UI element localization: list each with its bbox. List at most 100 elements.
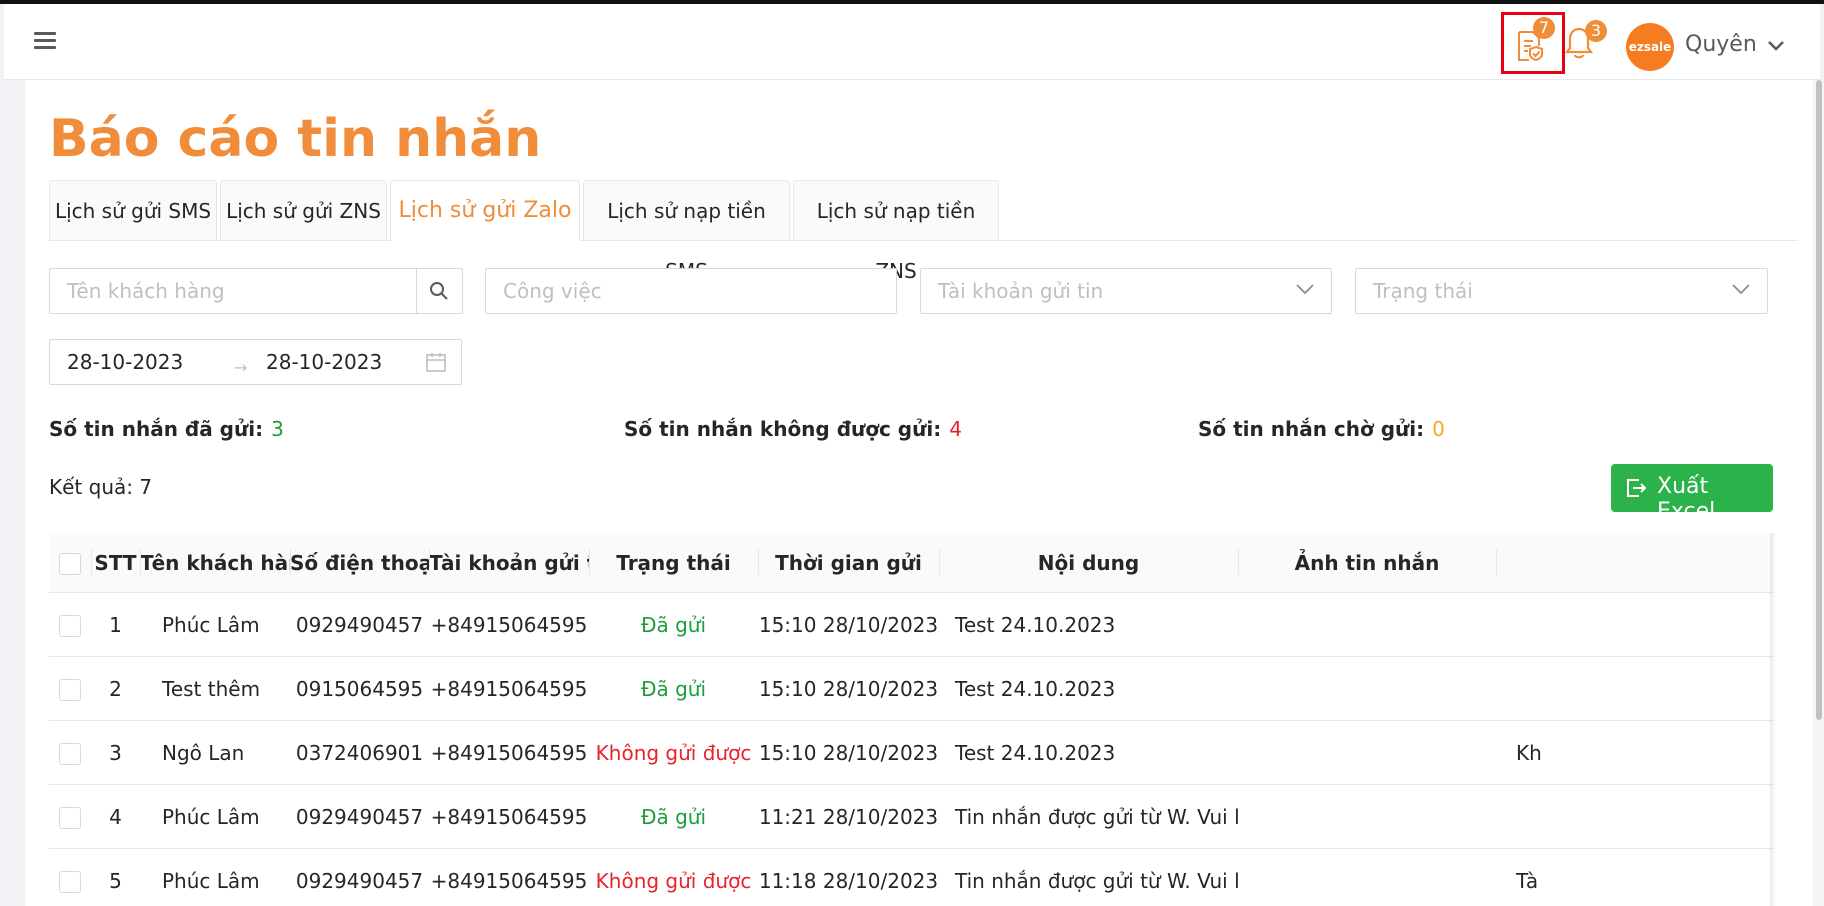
sent-count-label: Số tin nhắn đã gửi: [49, 417, 264, 441]
table-row[interactable]: 4 Phúc Lâm 0929490457 +84915064595 Đã gửi 11:… [49, 784, 1774, 849]
cell-image [1238, 784, 1496, 849]
tab-sms-history[interactable]: Lịch sử gửi SMS [49, 180, 217, 240]
failed-count-label: Số tin nhắn không được gửi: [624, 417, 942, 441]
row-checkbox[interactable] [59, 806, 81, 829]
cell-customer-name: Test thêm [140, 656, 290, 721]
customer-search-input[interactable] [50, 269, 415, 313]
cell-stt: 1 [91, 592, 140, 657]
row-select-cell [49, 848, 91, 906]
cell-extra: Kh [1496, 720, 1774, 785]
row-checkbox[interactable] [59, 614, 81, 637]
date-range-picker: 28-10-2023 → 28-10-2023 [49, 339, 462, 385]
cell-phone: 0929490457 [290, 592, 429, 657]
notification-count-badge: 3 [1585, 20, 1607, 42]
sent-count-stat: Số tin nhắn đã gửi: 3 [49, 417, 284, 441]
row-select-cell [49, 784, 91, 849]
page-scrollbar[interactable] [1814, 80, 1824, 906]
report-count-badge: 7 [1533, 17, 1555, 39]
row-select-cell [49, 720, 91, 785]
cell-phone: 0929490457 [290, 784, 429, 849]
tab-zns-history[interactable]: Lịch sử gửi ZNS [220, 180, 387, 240]
cell-image [1238, 592, 1496, 657]
cell-account: +84915064595 [429, 848, 589, 906]
cell-phone: 0372406901 [290, 720, 429, 785]
col-header-image: Ảnh tin nhắn [1238, 533, 1496, 593]
job-input[interactable] [486, 269, 896, 313]
export-excel-button[interactable]: Xuất Excel [1611, 464, 1773, 524]
date-to[interactable]: 28-10-2023 [266, 350, 382, 374]
search-button[interactable] [416, 268, 463, 314]
date-from[interactable]: 28-10-2023 [67, 350, 183, 374]
tab-sms-topup-history[interactable]: Lịch sử nạp tiền SMS [583, 180, 790, 283]
cell-content: Test 24.10.2023 [939, 720, 1238, 785]
cell-stt: 3 [91, 720, 140, 785]
row-select-cell [49, 656, 91, 721]
export-excel-label: Xuất Excel [1657, 474, 1716, 524]
col-header-extra [1496, 533, 1774, 593]
customer-search-group [49, 268, 463, 314]
status-select[interactable]: Trạng thái [1355, 268, 1768, 314]
select-all-checkbox[interactable] [59, 552, 81, 575]
search-icon [430, 282, 448, 300]
cell-status: Không gửi được [589, 720, 758, 785]
col-header-status: Trạng thái [589, 533, 758, 593]
col-header-stt: STT [91, 533, 140, 593]
chevron-down-icon [1296, 284, 1314, 295]
date-range-arrow-icon: → [234, 358, 248, 377]
main-content: Báo cáo tin nhắn Lịch sử gửi SMS Lịch sử… [25, 80, 1813, 906]
row-checkbox[interactable] [59, 742, 81, 765]
scrollbar-thumb[interactable] [1816, 80, 1822, 720]
cell-customer-name: Phúc Lâm [140, 592, 290, 657]
cell-content: Test 24.10.2023 [939, 592, 1238, 657]
table-row[interactable]: 3 Ngô Lan 0372406901 +84915064595 Không gửi … [49, 720, 1774, 785]
chevron-down-icon[interactable] [1767, 40, 1785, 52]
cell-phone: 0929490457 [290, 848, 429, 906]
table-row[interactable]: 1 Phúc Lâm 0929490457 +84915064595 Đã gửi 15:… [49, 592, 1774, 657]
hamburger-menu-icon[interactable] [34, 32, 56, 52]
cell-extra [1496, 592, 1774, 657]
table-row[interactable]: 5 Phúc Lâm 0929490457 +84915064595 Không gửi… [49, 848, 1774, 906]
cell-send-time: 11:21 28/10/2023 [758, 784, 939, 849]
cell-image [1238, 848, 1496, 906]
cell-account: +84915064595 [429, 592, 589, 657]
cell-content: Tin nhắn được gửi từ W. Vui lò... [939, 784, 1238, 849]
tab-zalo-history[interactable]: Lịch sử gửi Zalo [390, 180, 580, 241]
cell-status: Đã gửi [589, 656, 758, 721]
col-header-customer: Tên khách hàng [140, 533, 317, 593]
cell-status: Đã gửi [589, 784, 758, 849]
export-icon [1627, 479, 1647, 497]
row-checkbox[interactable] [59, 678, 81, 701]
table-scroll-shadow [1770, 533, 1776, 906]
tab-zns-topup-history[interactable]: Lịch sử nạp tiền ZNS [793, 180, 999, 283]
cell-send-time: 15:10 28/10/2023 [758, 720, 939, 785]
table-row[interactable]: 2 Test thêm 0915064595 +84915064595 Đã gửi 15… [49, 656, 1774, 721]
table-body: 1 Phúc Lâm 0929490457 +84915064595 Đã gửi 15:… [49, 592, 1774, 906]
cell-extra [1496, 784, 1774, 849]
cell-customer-name: Phúc Lâm [140, 848, 290, 906]
page-title: Báo cáo tin nhắn [49, 109, 542, 169]
calendar-icon[interactable] [425, 351, 447, 373]
row-select-cell [49, 592, 91, 657]
select-all-cell [49, 533, 91, 593]
sender-account-select[interactable]: Tài khoản gửi tin [920, 268, 1332, 314]
cell-content: Tin nhắn được gửi từ W. Vui lò... [939, 848, 1238, 906]
table-header-row: STT Tên khách hàng Số điện thoại Tài kho… [49, 533, 1774, 593]
notification-button[interactable]: 3 [1564, 20, 1607, 66]
sender-account-placeholder: Tài khoản gửi tin [938, 279, 1104, 303]
failed-count-value: 4 [949, 417, 962, 441]
cell-customer-name: Phúc Lâm [140, 784, 290, 849]
cell-send-time: 15:10 28/10/2023 [758, 592, 939, 657]
user-name[interactable]: Quyên [1685, 32, 1757, 57]
message-report-button[interactable]: 7 [1501, 12, 1565, 74]
cell-status: Đã gửi [589, 592, 758, 657]
cell-status: Không gửi được [589, 848, 758, 906]
cell-phone: 0915064595 [290, 656, 429, 721]
failed-count-stat: Số tin nhắn không được gửi: 4 [624, 417, 962, 441]
result-count: Kết quả: 7 [49, 475, 153, 499]
cell-customer-name: Ngô Lan [140, 720, 290, 785]
message-table: STT Tên khách hàng Số điện thoại Tài kho… [49, 533, 1774, 906]
chevron-down-icon [1732, 284, 1750, 295]
row-checkbox[interactable] [59, 870, 81, 893]
avatar[interactable]: ezsale [1626, 23, 1674, 71]
pending-count-value: 0 [1432, 417, 1445, 441]
